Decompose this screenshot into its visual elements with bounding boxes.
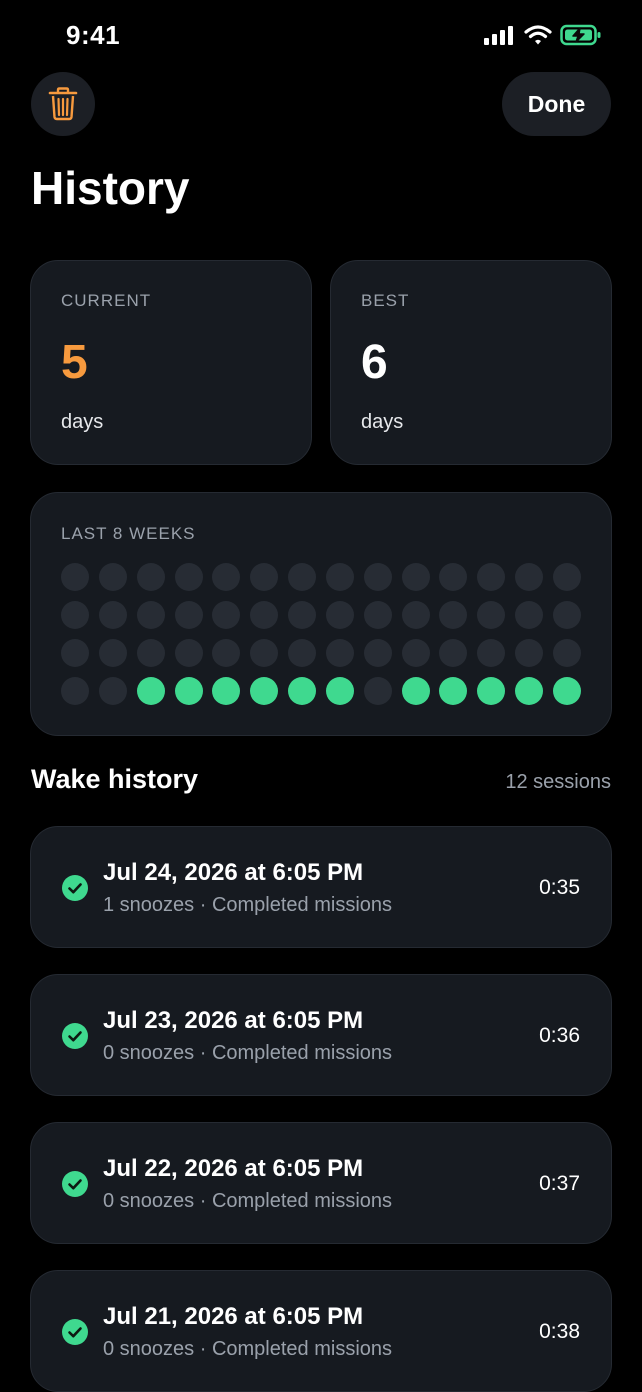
activity-dot-completed bbox=[477, 677, 505, 705]
current-streak-card: CURRENT 5 days bbox=[30, 260, 312, 465]
activity-dot-empty bbox=[61, 639, 89, 667]
activity-dot-empty bbox=[137, 563, 165, 591]
activity-dot-grid bbox=[61, 563, 581, 707]
activity-dot-completed bbox=[212, 677, 240, 705]
activity-dot-empty bbox=[364, 601, 392, 629]
activity-dot-empty bbox=[326, 563, 354, 591]
activity-dot-empty bbox=[553, 563, 581, 591]
checkmark-circle-icon bbox=[62, 1023, 88, 1049]
session-title: Jul 23, 2026 at 6:05 PM bbox=[103, 1007, 364, 1034]
best-streak-unit: days bbox=[361, 411, 404, 433]
current-streak-label: CURRENT bbox=[61, 291, 152, 310]
session-title: Jul 24, 2026 at 6:05 PM bbox=[103, 859, 364, 886]
activity-dot-empty bbox=[326, 601, 354, 629]
session-count: 12 sessions bbox=[505, 771, 611, 793]
activity-dot-empty bbox=[439, 639, 467, 667]
activity-dot-empty bbox=[553, 639, 581, 667]
activity-dot-empty bbox=[61, 601, 89, 629]
activity-dot-completed bbox=[553, 677, 581, 705]
activity-dot-completed bbox=[137, 677, 165, 705]
page-title: History bbox=[31, 162, 190, 214]
activity-dot-completed bbox=[402, 677, 430, 705]
trash-icon bbox=[48, 87, 78, 121]
activity-dot-empty bbox=[402, 639, 430, 667]
session-duration: 0:35 bbox=[539, 876, 580, 899]
session-subtitle: 0 snoozes · Completed missions bbox=[103, 1338, 393, 1360]
activity-dot-empty bbox=[477, 563, 505, 591]
session-row[interactable]: Jul 23, 2026 at 6:05 PM 0 snoozes · Comp… bbox=[30, 974, 612, 1096]
activity-dot-empty bbox=[364, 639, 392, 667]
activity-dot-empty bbox=[99, 639, 127, 667]
session-subtitle: 0 snoozes · Completed missions bbox=[103, 1190, 393, 1212]
activity-dot-empty bbox=[137, 639, 165, 667]
current-streak-unit: days bbox=[61, 411, 104, 433]
activity-dot-empty bbox=[402, 563, 430, 591]
activity-dot-empty bbox=[364, 563, 392, 591]
activity-dot-empty bbox=[99, 601, 127, 629]
best-streak-value: 6 bbox=[361, 336, 388, 389]
last-weeks-card: LAST 8 WEEKS bbox=[30, 492, 612, 736]
activity-dot-empty bbox=[288, 639, 316, 667]
done-button[interactable]: Done bbox=[502, 72, 611, 136]
activity-dot-empty bbox=[175, 639, 203, 667]
session-row[interactable]: Jul 21, 2026 at 6:05 PM 0 snoozes · Comp… bbox=[30, 1270, 612, 1392]
session-duration: 0:36 bbox=[539, 1024, 580, 1047]
activity-dot-empty bbox=[515, 601, 543, 629]
activity-dot-empty bbox=[250, 639, 278, 667]
activity-dot-completed bbox=[250, 677, 278, 705]
activity-dot-empty bbox=[212, 601, 240, 629]
activity-dot-empty bbox=[250, 601, 278, 629]
best-streak-label: BEST bbox=[361, 291, 410, 310]
session-title: Jul 22, 2026 at 6:05 PM bbox=[103, 1155, 364, 1182]
activity-dot-empty bbox=[61, 563, 89, 591]
activity-dot-empty bbox=[99, 563, 127, 591]
wake-history-title: Wake history bbox=[31, 764, 199, 794]
session-row[interactable]: Jul 22, 2026 at 6:05 PM 0 snoozes · Comp… bbox=[30, 1122, 612, 1244]
activity-dot-empty bbox=[553, 601, 581, 629]
session-subtitle: 0 snoozes · Completed missions bbox=[103, 1042, 393, 1064]
activity-dot-empty bbox=[288, 601, 316, 629]
activity-dot-empty bbox=[137, 601, 165, 629]
session-title: Jul 21, 2026 at 6:05 PM bbox=[103, 1303, 364, 1330]
activity-dot-empty bbox=[402, 601, 430, 629]
status-icons bbox=[484, 24, 602, 46]
activity-dot-empty bbox=[212, 563, 240, 591]
activity-dot-completed bbox=[439, 677, 467, 705]
current-streak-value: 5 bbox=[61, 336, 88, 389]
status-bar: 9:41 bbox=[0, 0, 642, 72]
cellular-signal-icon bbox=[484, 26, 513, 45]
last-weeks-label: LAST 8 WEEKS bbox=[61, 524, 196, 543]
session-row[interactable]: Jul 24, 2026 at 6:05 PM 1 snoozes · Comp… bbox=[30, 826, 612, 948]
activity-dot-completed bbox=[326, 677, 354, 705]
activity-dot-empty bbox=[61, 677, 89, 705]
session-duration: 0:37 bbox=[539, 1172, 580, 1195]
status-time: 9:41 bbox=[66, 20, 121, 50]
activity-dot-completed bbox=[175, 677, 203, 705]
activity-dot-empty bbox=[477, 601, 505, 629]
checkmark-circle-icon bbox=[62, 1171, 88, 1197]
activity-dot-empty bbox=[515, 563, 543, 591]
checkmark-circle-icon bbox=[62, 1319, 88, 1345]
battery-charging-icon bbox=[560, 24, 601, 46]
activity-dot-empty bbox=[439, 601, 467, 629]
activity-dot-empty bbox=[99, 677, 127, 705]
activity-dot-empty bbox=[364, 677, 392, 705]
activity-dot-empty bbox=[477, 639, 505, 667]
best-streak-card: BEST 6 days bbox=[330, 260, 612, 465]
activity-dot-completed bbox=[515, 677, 543, 705]
activity-dot-empty bbox=[212, 639, 240, 667]
activity-dot-empty bbox=[515, 639, 543, 667]
wifi-icon bbox=[524, 25, 552, 45]
session-subtitle: 1 snoozes · Completed missions bbox=[103, 894, 393, 916]
activity-dot-empty bbox=[326, 639, 354, 667]
activity-dot-empty bbox=[288, 563, 316, 591]
checkmark-circle-icon bbox=[62, 875, 88, 901]
activity-dot-empty bbox=[175, 563, 203, 591]
delete-history-button[interactable] bbox=[31, 72, 95, 136]
activity-dot-completed bbox=[288, 677, 316, 705]
session-duration: 0:38 bbox=[539, 1320, 580, 1343]
activity-dot-empty bbox=[439, 563, 467, 591]
activity-dot-empty bbox=[175, 601, 203, 629]
activity-dot-empty bbox=[250, 563, 278, 591]
